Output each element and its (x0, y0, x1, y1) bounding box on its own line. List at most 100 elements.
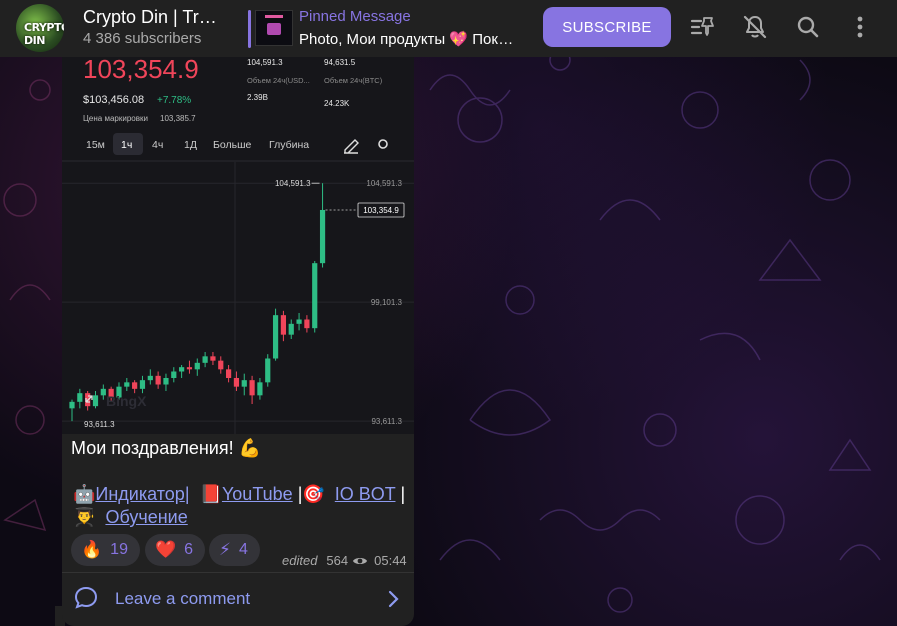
chart-watermark: BingX (106, 393, 147, 409)
link-io-bot[interactable]: IO BOT (335, 484, 396, 504)
message-time: 05:44 (374, 553, 407, 568)
chevron-right-icon (388, 590, 399, 608)
peak-price-label: 104,591.3 (275, 179, 311, 188)
candle-body (69, 401, 75, 409)
target-separator: |🎯 (297, 484, 325, 504)
reaction-fire[interactable]: 🔥 19 (71, 534, 140, 566)
leave-comment-label: Leave a comment (115, 589, 251, 608)
avatar-label: CRYPTO DIN (24, 21, 64, 47)
axis-tick-label: 104,591.3 (366, 179, 402, 188)
mark-price-label: Цена маркировки (83, 114, 148, 123)
axis-tick-label: 99,101.3 (371, 298, 403, 307)
channel-avatar[interactable]: CRYPTO DIN (16, 4, 64, 52)
zap-emoji: ⚡ (219, 540, 231, 560)
search-icon[interactable] (795, 14, 821, 40)
subscriber-count: 4 386 subscribers (83, 30, 202, 47)
candle-body (226, 369, 232, 378)
subscribe-button[interactable]: SUBSCRIBE (543, 7, 671, 47)
fire-emoji: 🔥 (81, 540, 103, 560)
reaction-zap[interactable]: ⚡ 4 (209, 534, 260, 566)
timeframe-tab-5[interactable]: Глубина (269, 139, 309, 151)
candle-body (155, 375, 161, 385)
vol-btc-label: Объем 24ч(BTC) (324, 76, 383, 85)
channel-post: 103,354.9 $103,456.08 +7.78% Цена маркир… (62, 0, 414, 626)
candle-body (272, 315, 279, 359)
candle-body (312, 263, 318, 329)
candle-body (304, 319, 310, 329)
link-youtube[interactable]: YouTube (222, 484, 293, 504)
timeframe-tabs: 15м 1ч 4ч 1Д Больше Глубина (86, 133, 309, 155)
post-photo-chart[interactable]: 103,354.9 $103,456.08 +7.78% Цена маркир… (62, 0, 414, 434)
candle-body (124, 382, 130, 387)
candle-body (218, 360, 224, 370)
last-price: 103,354.9 (83, 54, 199, 84)
timeframe-tab-4[interactable]: Больше (213, 139, 252, 151)
pinned-list-icon[interactable] (689, 14, 715, 40)
pinned-thumbnail[interactable] (255, 10, 293, 46)
timeframe-tab-0[interactable]: 15м (86, 139, 105, 151)
channel-title[interactable]: Crypto Din | Trading (83, 7, 223, 28)
candle-body (77, 393, 83, 402)
candle-body (280, 315, 287, 335)
pinned-label[interactable]: Pinned Message (299, 8, 411, 25)
reaction-count: 6 (184, 541, 194, 558)
candle-body (296, 319, 302, 324)
candle-body (202, 356, 208, 363)
candle-body (139, 380, 146, 389)
post-links: 🤖Индикатор| 📕YouTube |🎯 IO BOT | 👨‍🎓 Обу… (73, 483, 408, 529)
book-emoji: 📕 (199, 484, 222, 504)
candle-body (265, 358, 271, 383)
pinned-text[interactable]: Photo, Мои продукты 💖 Показать все (299, 30, 521, 48)
high-24h: 104,591.3 (247, 58, 283, 67)
candle-body (179, 367, 185, 372)
link-separator-2: | (400, 484, 406, 504)
chart-settings-icon[interactable] (378, 139, 388, 149)
reaction-heart[interactable]: ❤️ 6 (145, 534, 206, 566)
vol-usd: 2.39B (247, 93, 268, 102)
comment-bubble-icon (74, 586, 98, 609)
low-24h: 94,631.5 (324, 58, 356, 67)
reaction-count: 19 (110, 541, 128, 558)
leave-comment-button[interactable]: Leave a comment (62, 573, 414, 626)
chat-header: CRYPTO DIN Crypto Din | Trading 4 386 su… (0, 0, 897, 57)
timeframe-tab-3[interactable]: 1Д (184, 139, 197, 151)
heart-emoji: ❤️ (155, 540, 177, 560)
views-eye-icon (353, 557, 368, 564)
candle-body (210, 356, 216, 361)
candle-body (132, 382, 138, 389)
link-indicator[interactable]: Индикатор (95, 484, 184, 504)
more-vertical-icon[interactable] (847, 14, 873, 40)
link-learning[interactable]: Обучение (105, 507, 187, 527)
draw-icon[interactable] (344, 139, 359, 154)
candle-body (319, 209, 326, 264)
link-separator: | (184, 484, 190, 504)
candle-body (163, 378, 169, 385)
mark-price: 103,385.7 (160, 114, 196, 123)
graduate-emoji: 👨‍🎓 (73, 507, 96, 527)
candle-body (171, 371, 177, 378)
timeframe-tab-1[interactable]: 1ч (121, 139, 132, 151)
candle-body (288, 323, 294, 335)
candle-body (147, 375, 153, 381)
price-change: +7.78% (157, 95, 191, 106)
candle-body (241, 380, 247, 387)
post-caption: Мои поздравления! 💪 (71, 438, 262, 458)
candle-body (92, 395, 99, 407)
axis-tick-label: 93,611.3 (371, 417, 402, 426)
candle-body (257, 382, 263, 396)
edited-label: edited (282, 553, 318, 568)
timeframe-tab-2[interactable]: 4ч (152, 139, 163, 151)
pinned-indicator (248, 10, 251, 48)
reaction-count: 4 (238, 541, 248, 558)
robot-emoji: 🤖 (73, 484, 96, 504)
price-usd: $103,456.08 (83, 94, 144, 106)
candle-body (233, 378, 240, 387)
mute-icon[interactable] (742, 14, 768, 40)
current-price-tag: 103,354.9 (363, 206, 399, 215)
vol-usd-label: Объем 24ч(USD... (247, 76, 310, 85)
low-price-label: 93,611.3 (84, 420, 115, 429)
candle-body (249, 380, 255, 396)
candle-body (186, 367, 193, 370)
view-count: 564 (326, 553, 349, 568)
vol-btc: 24.23K (324, 99, 350, 108)
